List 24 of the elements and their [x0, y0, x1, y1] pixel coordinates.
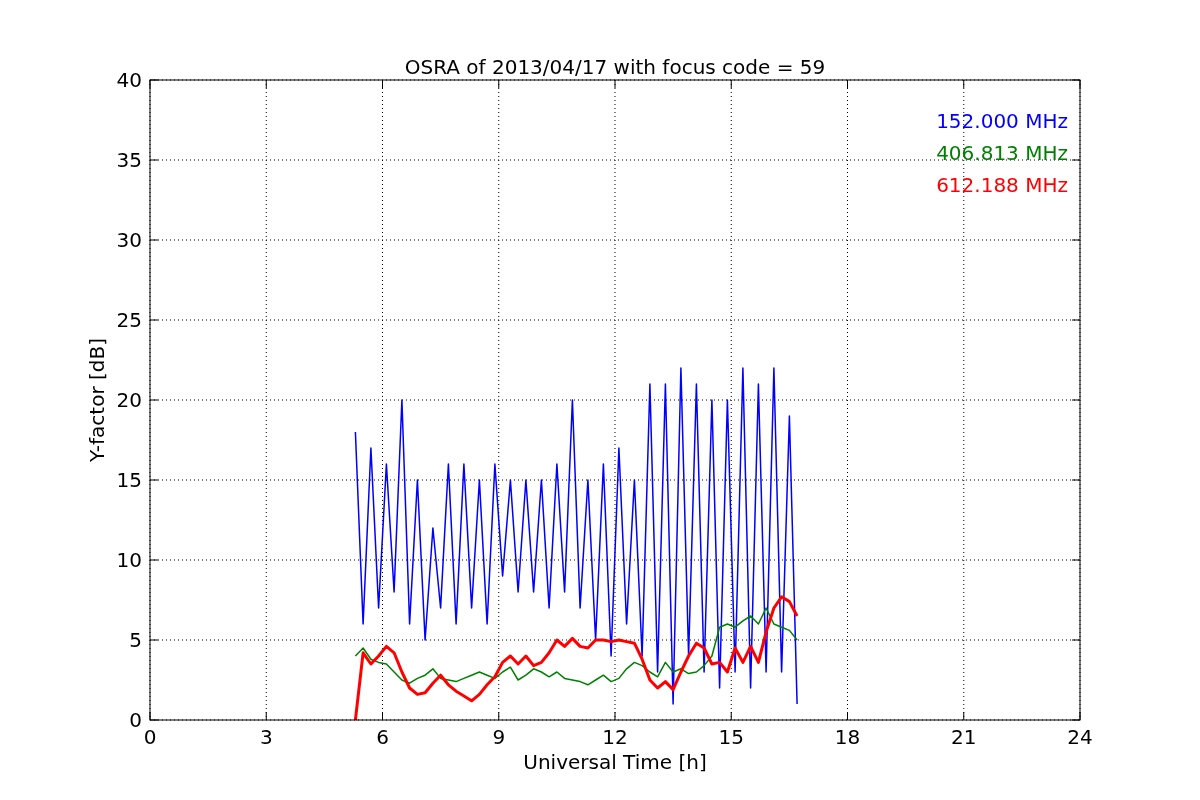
- y-tick-label: 30: [116, 228, 142, 252]
- x-tick-label: 3: [259, 725, 273, 749]
- x-tick-label: 6: [376, 725, 389, 749]
- x-axis-label: Universal Time [h]: [523, 750, 707, 774]
- x-tick-label: 0: [143, 725, 157, 749]
- y-tick-label: 35: [116, 148, 142, 172]
- y-axis-label: Y-factor [dB]: [85, 338, 109, 462]
- y-tick-label: 0: [129, 708, 142, 732]
- y-tick-label: 15: [116, 468, 142, 492]
- x-tick-label: 9: [492, 725, 506, 749]
- x-tick-label: 18: [834, 725, 861, 749]
- y-tick-label: 5: [129, 628, 142, 652]
- legend-label: 152.000 MHz: [936, 109, 1068, 133]
- x-tick-label: 15: [718, 725, 744, 749]
- x-tick-label: 12: [602, 725, 628, 749]
- y-tick-label: 40: [116, 68, 142, 92]
- legend-label: 406.813 MHz: [936, 141, 1068, 165]
- x-tick-label: 21: [951, 725, 977, 749]
- y-tick-label: 25: [116, 308, 142, 332]
- x-tick-label: 24: [1067, 725, 1093, 749]
- y-tick-label: 10: [116, 548, 142, 572]
- y-tick-label: 20: [116, 388, 142, 412]
- legend-label: 612.188 MHz: [936, 173, 1068, 197]
- chart-title: OSRA of 2013/04/17 with focus code = 59: [404, 55, 826, 79]
